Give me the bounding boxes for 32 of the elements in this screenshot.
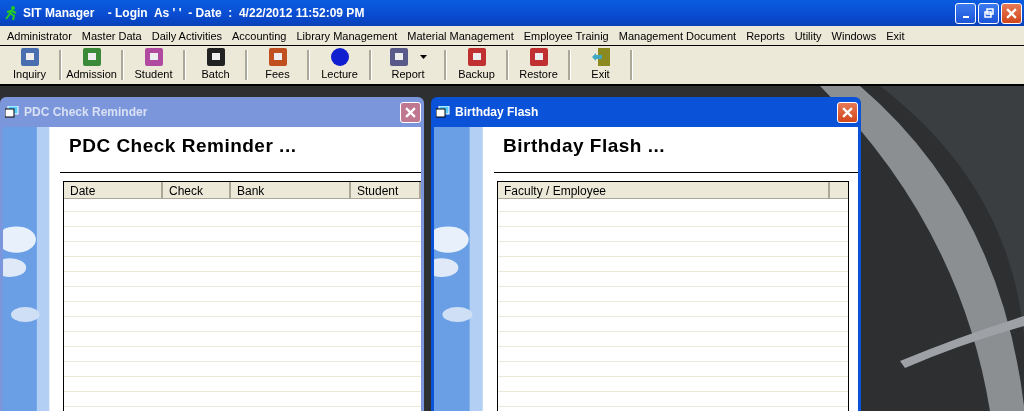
minimize-button[interactable]	[955, 2, 976, 24]
toolbar-button[interactable]: Exit	[571, 46, 630, 84]
menu-item[interactable]: Accounting	[227, 29, 292, 42]
close-icon	[1006, 7, 1017, 19]
menu-item[interactable]: Management Document	[613, 29, 742, 42]
menu-item[interactable]: Utility	[789, 29, 827, 42]
running-man-icon	[3, 5, 19, 21]
menu-item[interactable]: Reports	[741, 29, 790, 42]
menu-item[interactable]: Master Data	[76, 29, 147, 42]
close-button[interactable]	[1001, 2, 1022, 24]
toolbar-button[interactable]: Inquiry	[0, 46, 59, 84]
window-title: SIT Manager - Login As ' ' - Date : 4/22/2012 11:52:09 PM	[23, 6, 366, 20]
toolbar-button[interactable]: Student	[124, 46, 183, 84]
menu-item[interactable]: Exit	[881, 29, 910, 42]
minimize-icon	[962, 16, 969, 18]
toolbar-button[interactable]: Admission	[62, 46, 121, 84]
disc-icon	[330, 48, 349, 66]
menu-item[interactable]: Employee Trainig	[518, 29, 614, 42]
door-icon	[591, 48, 610, 66]
menu-item[interactable]: Windows	[826, 29, 882, 42]
menu-item[interactable]: Material Management	[402, 29, 519, 42]
toolbar-button[interactable]: Restore	[509, 46, 568, 84]
menu-item[interactable]: Library Management	[291, 29, 403, 42]
toolbar-button[interactable]: Report	[372, 46, 444, 84]
toolbar-button[interactable]: Fees	[248, 46, 307, 84]
toolbar-button[interactable]: Batch	[186, 46, 245, 84]
menu-item[interactable]: Daily Activities	[146, 29, 227, 42]
menu-item[interactable]: Administrator	[2, 29, 77, 42]
restore-button[interactable]	[978, 2, 999, 24]
toolbar-button[interactable]: Lecture	[310, 46, 369, 84]
restore-icon	[983, 8, 994, 18]
toolbar-button[interactable]: Backup	[447, 46, 506, 84]
